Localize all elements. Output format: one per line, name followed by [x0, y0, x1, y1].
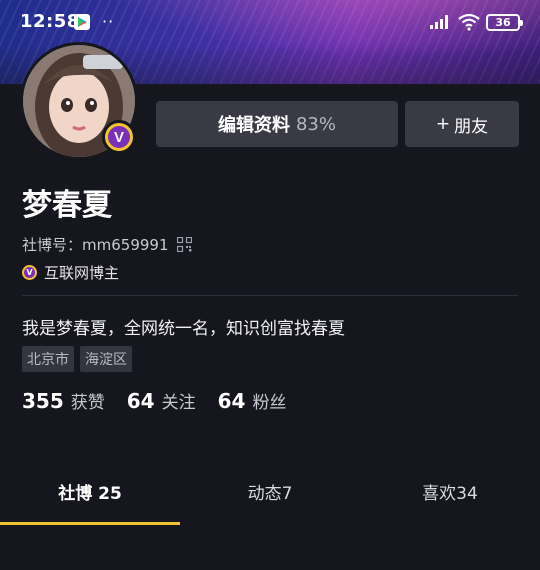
vip-badge-icon: V: [102, 120, 136, 154]
stat-likes-label: 获赞: [70, 393, 105, 413]
status-bar: 12:58 ·· 36: [0, 0, 540, 44]
more-dots-icon: ··: [102, 12, 115, 31]
location-tag-city: 北京市: [22, 346, 74, 372]
stat-followers[interactable]: 64 粉丝: [218, 388, 287, 413]
profile-bio: 我是梦春夏，全网统一名，知识创富找春夏: [22, 319, 345, 339]
certification-icon-letter: V: [24, 267, 35, 278]
edit-profile-button[interactable]: 编辑资料 83%: [156, 101, 398, 147]
add-friend-label: 朋友: [454, 116, 489, 137]
stat-likes[interactable]: 355 获赞: [22, 388, 105, 413]
location-tags: 北京市 海淀区: [22, 346, 132, 372]
certification-row: V 互联网博主: [22, 262, 119, 283]
play-store-icon: [74, 14, 90, 30]
user-id-row: 社博号： mm659991: [22, 234, 192, 255]
profile-stats: 355 获赞 64 关注 64 粉丝: [22, 388, 308, 413]
stat-following[interactable]: 64 关注: [127, 388, 196, 413]
wifi-icon: [458, 13, 480, 31]
stat-followers-count: 64: [217, 389, 246, 413]
tab-likes[interactable]: 喜欢34: [360, 478, 540, 526]
qr-code-icon[interactable]: [176, 237, 192, 252]
user-id-value: mm659991: [82, 235, 169, 254]
certification-icon: V: [22, 265, 37, 280]
profile-completion-percent: 83%: [295, 113, 336, 135]
tab-activity[interactable]: 动态7: [180, 478, 360, 526]
profile-tabs: 社博 25 动态7 喜欢34: [0, 478, 540, 526]
plus-icon: +: [435, 114, 451, 134]
edit-profile-label: 编辑资料: [217, 115, 290, 136]
tab-posts[interactable]: 社博 25: [0, 478, 180, 526]
active-tab-indicator: [0, 522, 180, 525]
certification-label: 互联网博主: [44, 264, 120, 282]
location-tag-district: 海淀区: [80, 346, 132, 372]
status-time: 12:58: [20, 11, 80, 32]
divider: [22, 295, 518, 296]
stat-following-count: 64: [126, 389, 155, 413]
user-id-label: 社博号：: [22, 236, 83, 254]
stat-following-label: 关注: [161, 393, 196, 413]
battery-icon: 36: [486, 14, 523, 31]
profile-nickname: 梦春夏: [22, 188, 112, 223]
stat-followers-label: 粉丝: [252, 393, 287, 413]
signal-icon: [430, 15, 448, 29]
stat-likes-count: 355: [22, 389, 64, 413]
vip-badge-letter: V: [108, 126, 130, 148]
add-friend-button[interactable]: + 朋友: [405, 101, 519, 147]
